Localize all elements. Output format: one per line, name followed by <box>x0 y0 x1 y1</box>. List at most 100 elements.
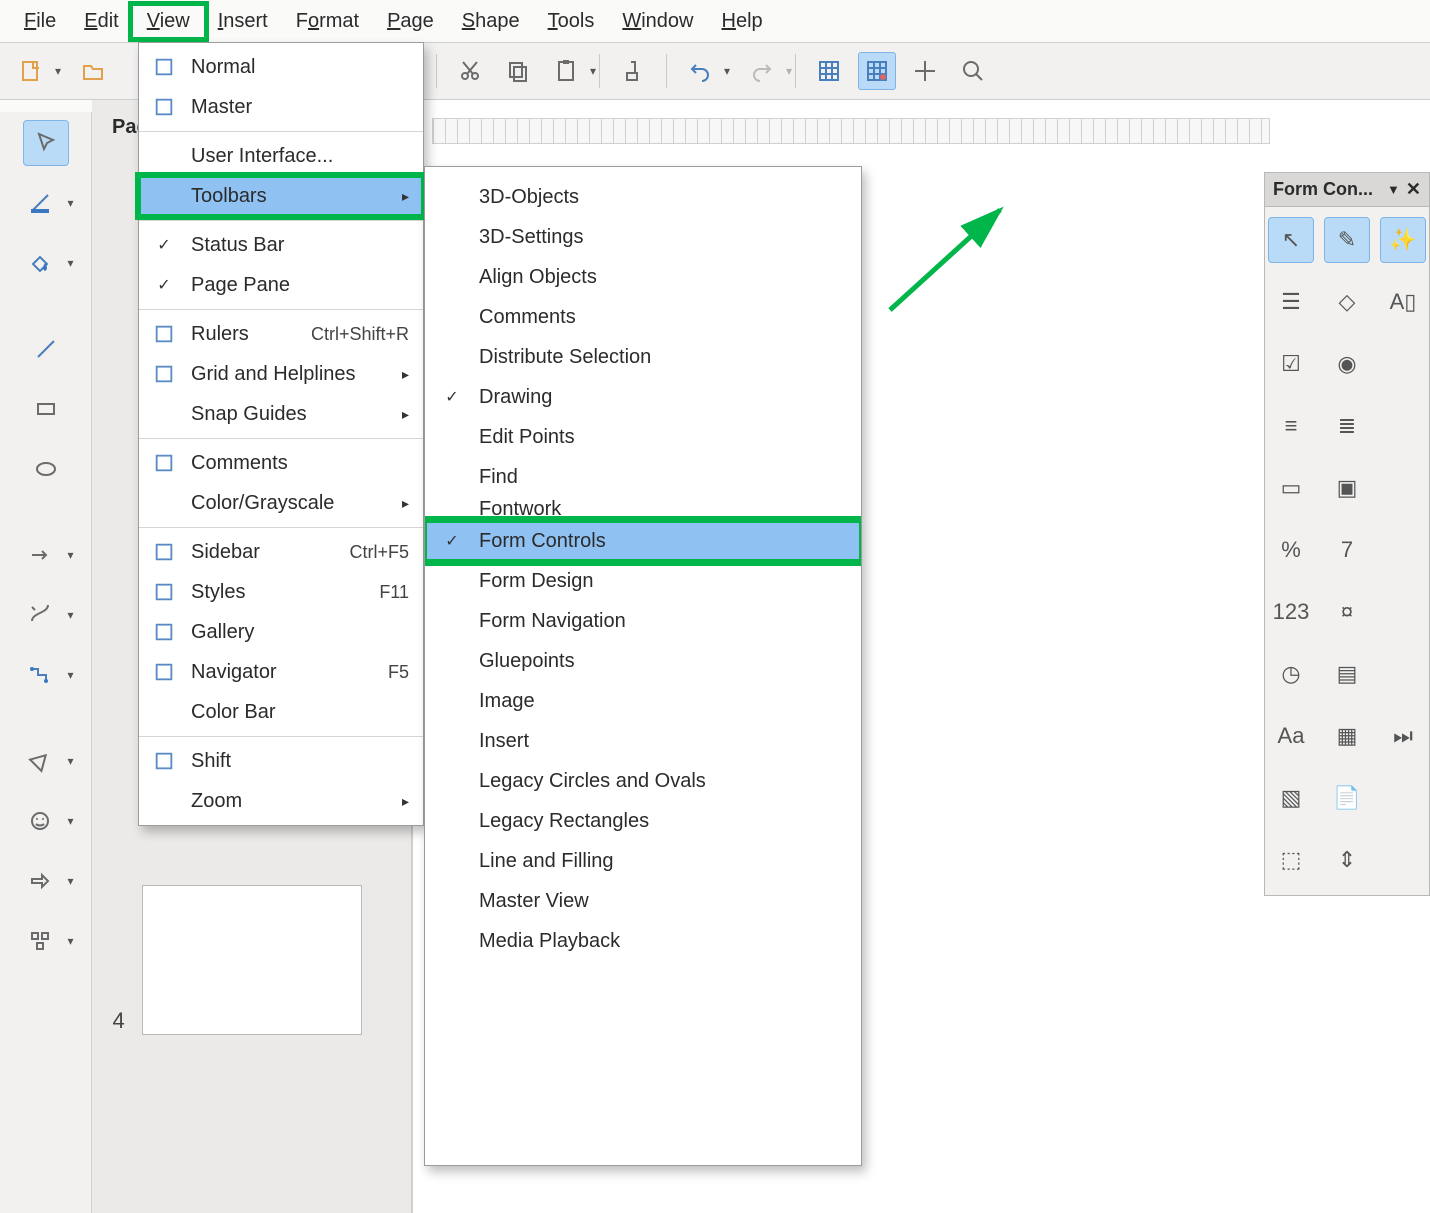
view-menu-item-snap-guides[interactable]: Snap Guides▸ <box>139 394 423 434</box>
time-icon[interactable]: ◷ <box>1268 651 1314 697</box>
block-arrow-tool[interactable] <box>17 858 63 904</box>
combo-icon[interactable]: ≡ <box>1268 403 1314 449</box>
toolbars-item-legacy-rectangles[interactable]: Legacy Rectangles <box>425 801 861 841</box>
toolbars-item-media-playback[interactable]: Media Playback <box>425 921 861 961</box>
page-thumbnail[interactable]: 4 <box>142 885 362 1035</box>
line-tool[interactable] <box>23 326 69 372</box>
close-icon[interactable]: ✕ <box>1406 179 1421 200</box>
arrow-line-tool[interactable] <box>17 532 63 578</box>
view-menu-item-styles[interactable]: StylesF11 <box>139 572 423 612</box>
toolbars-item-master-view[interactable]: Master View <box>425 881 861 921</box>
basic-shapes-tool[interactable] <box>17 738 63 784</box>
view-menu-item-color-bar[interactable]: Color Bar <box>139 692 423 732</box>
view-menu-item-shift[interactable]: Shift <box>139 741 423 781</box>
menu-insert[interactable]: Insert <box>204 6 282 37</box>
view-menu-item-color-grayscale[interactable]: Color/Grayscale▸ <box>139 483 423 523</box>
undo-button[interactable]: ▾ <box>681 52 719 90</box>
toolbars-item-form-navigation[interactable]: Form Navigation <box>425 601 861 641</box>
menu-help[interactable]: Help <box>708 6 777 37</box>
view-menu-item-grid-and-helplines[interactable]: Grid and Helplines▸ <box>139 354 423 394</box>
formatted-icon[interactable]: % <box>1268 527 1314 573</box>
group-icon[interactable]: ⬚ <box>1268 837 1314 883</box>
select-icon[interactable]: ↖ <box>1268 217 1314 263</box>
view-menu-item-user-interface-[interactable]: User Interface... <box>139 136 423 176</box>
view-menu-item-comments[interactable]: Comments <box>139 443 423 483</box>
listctl-icon[interactable]: ≣ <box>1324 403 1370 449</box>
pattern-icon[interactable]: ▤ <box>1324 651 1370 697</box>
numeric-icon[interactable]: 123 <box>1268 589 1314 635</box>
toolbars-item-insert[interactable]: Insert <box>425 721 861 761</box>
table-ctl-icon[interactable]: ▦ <box>1324 713 1370 759</box>
toolbars-item-3d-objects[interactable]: 3D-Objects <box>425 177 861 217</box>
connector-tool[interactable] <box>17 652 63 698</box>
toolbars-item-comments[interactable]: Comments <box>425 297 861 337</box>
new-doc-button[interactable]: ▾ <box>12 52 50 90</box>
symbol-shapes-tool[interactable] <box>17 798 63 844</box>
view-menu-item-rulers[interactable]: RulersCtrl+Shift+R <box>139 314 423 354</box>
view-menu-item-gallery[interactable]: Gallery <box>139 612 423 652</box>
view-menu-item-status-bar[interactable]: Status Bar <box>139 225 423 265</box>
menu-format[interactable]: Format <box>282 6 373 37</box>
label-icon[interactable]: ◇ <box>1324 279 1370 325</box>
font-icon[interactable]: Aa <box>1268 713 1314 759</box>
helplines-button[interactable] <box>906 52 944 90</box>
listbox-icon[interactable]: ☰ <box>1268 279 1314 325</box>
view-menu-item-master[interactable]: Master <box>139 87 423 127</box>
rectangle-tool[interactable] <box>23 386 69 432</box>
view-menu-item-toolbars[interactable]: Toolbars▸ <box>139 176 423 216</box>
menu-file[interactable]: File <box>10 6 70 37</box>
form-controls-toolbar[interactable]: Form Con... ▼ ✕ ↖✎✨☰◇A▯☑◉≡≣▭▣%7123¤◷▤Aa▦… <box>1264 172 1430 896</box>
toolbars-item-drawing[interactable]: Drawing <box>425 377 861 417</box>
toolbars-item-3d-settings[interactable]: 3D-Settings <box>425 217 861 257</box>
line-color-tool[interactable] <box>17 180 63 226</box>
textbox-icon[interactable]: A▯ <box>1380 279 1426 325</box>
toolbars-item-fontwork[interactable]: Fontwork <box>425 497 861 521</box>
toolbars-item-gluepoints[interactable]: Gluepoints <box>425 641 861 681</box>
view-menu-item-navigator[interactable]: NavigatorF5 <box>139 652 423 692</box>
view-menu-item-normal[interactable]: Normal <box>139 47 423 87</box>
toolbars-item-distribute-selection[interactable]: Distribute Selection <box>425 337 861 377</box>
ellipse-tool[interactable] <box>23 446 69 492</box>
push-button-icon[interactable]: ▭ <box>1268 465 1314 511</box>
menu-edit[interactable]: Edit <box>70 6 132 37</box>
flowchart-tool[interactable] <box>17 918 63 964</box>
toolbars-item-line-and-filling[interactable]: Line and Filling <box>425 841 861 881</box>
toolbars-item-find[interactable]: Find <box>425 457 861 497</box>
view-menu-item-sidebar[interactable]: SidebarCtrl+F5 <box>139 532 423 572</box>
file-sel-icon[interactable]: 📄 <box>1324 775 1370 821</box>
dropdown-icon[interactable]: ▼ <box>1387 182 1400 197</box>
toolbars-item-image[interactable]: Image <box>425 681 861 721</box>
redo-button[interactable]: ▾ <box>743 52 781 90</box>
grid-visible-button[interactable] <box>810 52 848 90</box>
view-menu-item-page-pane[interactable]: Page Pane <box>139 265 423 305</box>
design-mode-icon[interactable]: ✎ <box>1324 217 1370 263</box>
menu-view[interactable]: View <box>133 6 204 37</box>
image-button-icon[interactable]: ▣ <box>1324 465 1370 511</box>
toolbars-item-form-controls[interactable]: Form Controls <box>425 521 861 561</box>
toolbars-item-edit-points[interactable]: Edit Points <box>425 417 861 457</box>
toolbars-item-align-objects[interactable]: Align Objects <box>425 257 861 297</box>
menu-page[interactable]: Page <box>373 6 448 37</box>
image-ctl-icon[interactable]: ▧ <box>1268 775 1314 821</box>
date-icon[interactable]: 7 <box>1324 527 1370 573</box>
snap-grid-button[interactable] <box>858 52 896 90</box>
spin-icon[interactable]: ⇕ <box>1324 837 1370 883</box>
fill-color-tool[interactable] <box>17 240 63 286</box>
wizard-icon[interactable]: ✨ <box>1380 217 1426 263</box>
cut-button[interactable] <box>451 52 489 90</box>
form-controls-titlebar[interactable]: Form Con... ▼ ✕ <box>1265 173 1429 207</box>
menu-window[interactable]: Window <box>608 6 707 37</box>
toolbars-item-form-design[interactable]: Form Design <box>425 561 861 601</box>
zoom-button[interactable] <box>954 52 992 90</box>
menu-shape[interactable]: Shape <box>448 6 534 37</box>
paste-button[interactable]: ▾ <box>547 52 585 90</box>
toolbars-item-legacy-circles-and-ovals[interactable]: Legacy Circles and Ovals <box>425 761 861 801</box>
menu-tools[interactable]: Tools <box>534 6 609 37</box>
select-tool[interactable] <box>23 120 69 166</box>
clone-format-button[interactable] <box>614 52 652 90</box>
currency-icon[interactable]: ¤ <box>1324 589 1370 635</box>
view-menu-item-zoom[interactable]: Zoom▸ <box>139 781 423 821</box>
nav-icon[interactable]: ⏭ <box>1380 713 1426 759</box>
curve-tool[interactable] <box>17 592 63 638</box>
open-button[interactable] <box>74 52 112 90</box>
